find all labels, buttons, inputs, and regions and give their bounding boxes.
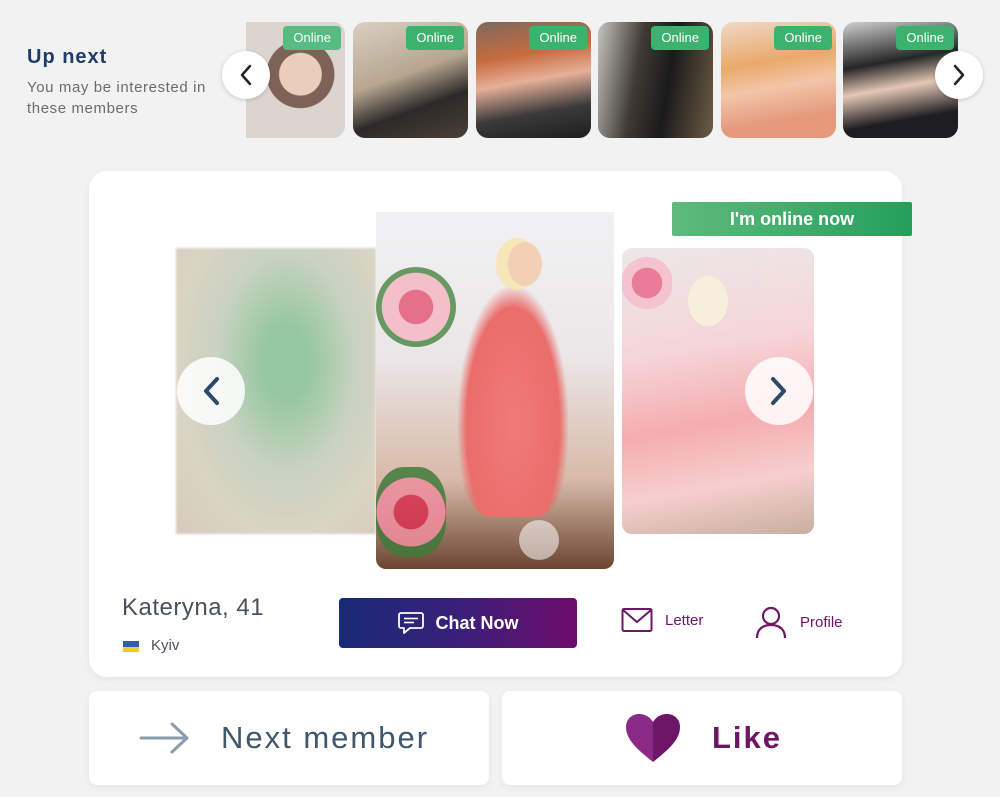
up-next-strip: Online Online Online Online Online Onlin… (246, 22, 976, 138)
online-badge: Online (896, 26, 954, 50)
ukraine-flag-icon (123, 641, 139, 652)
gallery-next-button[interactable] (745, 357, 813, 425)
member-name-age: Kateryna, 41 (122, 594, 265, 621)
heart-icon (626, 714, 680, 762)
member-thumbnail[interactable]: Online (721, 22, 836, 138)
gallery-prev-button[interactable] (177, 357, 245, 425)
arrow-right-icon (139, 722, 189, 754)
online-badge: Online (406, 26, 464, 50)
photo-detail (688, 276, 728, 326)
strip-next-button[interactable] (935, 51, 983, 99)
like-button[interactable]: Like (502, 691, 902, 785)
strip-prev-button[interactable] (222, 51, 270, 99)
chevron-left-icon (240, 64, 252, 86)
profile-button[interactable]: Profile (754, 605, 843, 639)
chevron-left-icon (204, 377, 219, 405)
photo-detail (376, 267, 456, 347)
chat-now-label: Chat Now (435, 612, 519, 633)
envelope-icon (621, 608, 653, 632)
chat-now-button[interactable]: Chat Now (339, 598, 577, 648)
photo-detail (508, 242, 542, 286)
watermark-icon (519, 520, 559, 560)
online-badge: Online (774, 26, 832, 50)
member-city: Kyiv (151, 637, 180, 654)
chat-bubble-icon (397, 612, 424, 634)
photo-detail (376, 467, 446, 557)
photo-detail (458, 287, 568, 517)
up-next-subtitle: You may be interested in these members (27, 79, 206, 117)
next-member-label: Next member (221, 720, 430, 755)
photo-detail (622, 248, 672, 318)
letter-button[interactable]: Letter (621, 607, 703, 633)
gallery-photo-main[interactable] (376, 212, 614, 569)
member-thumbnail[interactable]: Online (598, 22, 713, 138)
chevron-right-icon (953, 64, 965, 86)
letter-label: Letter (665, 611, 704, 629)
member-thumbnail[interactable]: Online (476, 22, 591, 138)
online-badge: Online (651, 26, 709, 50)
online-badge: Online (529, 26, 587, 50)
chevron-right-icon (771, 377, 786, 405)
next-member-button[interactable]: Next member (89, 691, 489, 785)
page: Up next You may be interested in these m… (0, 0, 1000, 797)
online-now-banner: I'm online now (672, 202, 912, 236)
up-next-title: Up next (27, 46, 108, 68)
like-label: Like (712, 720, 783, 755)
user-icon (755, 606, 787, 639)
profile-label: Profile (800, 613, 843, 631)
member-thumbnail[interactable]: Online (353, 22, 468, 138)
online-badge: Online (283, 26, 341, 50)
